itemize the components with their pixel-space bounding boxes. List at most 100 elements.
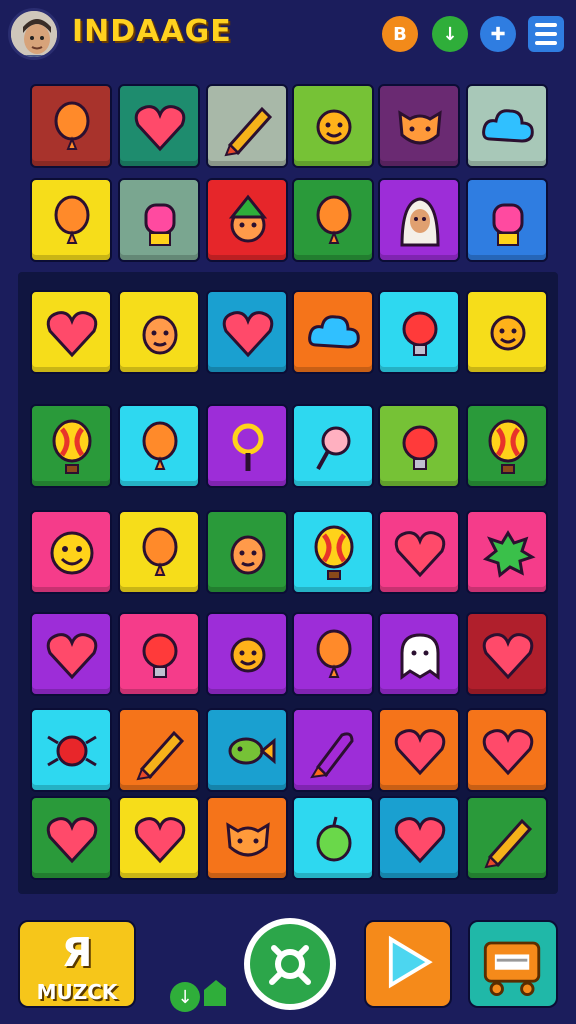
tile-r5-c4[interactable] — [292, 510, 374, 594]
search-icon — [269, 945, 311, 985]
rocket-icon — [310, 732, 354, 779]
pencil-icon — [484, 818, 533, 869]
tile-r5-c3[interactable] — [206, 510, 288, 594]
tile-r3-c2[interactable] — [118, 290, 200, 374]
tile-r6-c2[interactable] — [118, 612, 200, 696]
tile-r1-c1[interactable] — [30, 84, 112, 168]
sun-face-icon — [230, 637, 266, 673]
tile-r8-c4[interactable] — [292, 796, 374, 880]
tile-r3-c3[interactable] — [206, 290, 288, 374]
tile-r6-c4[interactable] — [292, 612, 374, 696]
menu-icon-line — [535, 32, 557, 36]
tile-r2-c1[interactable] — [30, 178, 112, 262]
tile-r6-c6[interactable] — [466, 612, 548, 696]
download-button[interactable]: ↓ — [432, 16, 468, 52]
tile-r5-c5[interactable] — [378, 510, 460, 594]
tile-r7-c4[interactable] — [292, 708, 374, 792]
tile-r7-c3[interactable] — [206, 708, 288, 792]
puzzle-icon: ✚ — [490, 23, 506, 45]
tile-r6-c1[interactable] — [30, 612, 112, 696]
tile-r3-c6[interactable] — [466, 290, 548, 374]
search-button[interactable] — [244, 918, 336, 1010]
tile-r1-c3[interactable] — [206, 84, 288, 168]
tile-r4-c4[interactable] — [292, 404, 374, 488]
apple-icon — [316, 816, 352, 862]
top-bar: INDAAGE B ↓ ✚ — [0, 0, 576, 72]
heart-icon — [46, 311, 98, 358]
puzzle-button[interactable]: ✚ — [480, 16, 516, 52]
tile-r2-c3[interactable] — [206, 178, 288, 262]
heart-icon — [46, 633, 98, 680]
heart-icon — [394, 817, 446, 864]
heart-icon — [482, 633, 534, 680]
tile-r4-c3[interactable] — [206, 404, 288, 488]
balloon-icon — [316, 195, 352, 244]
balloon-icon — [316, 629, 352, 678]
tile-r6-c5[interactable] — [378, 612, 460, 696]
bulb-icon — [402, 311, 438, 356]
tile-r8-c2[interactable] — [118, 796, 200, 880]
tile-r5-c2[interactable] — [118, 510, 200, 594]
tile-r4-c6[interactable] — [466, 404, 548, 488]
fish-icon — [228, 737, 276, 765]
lantern-icon — [492, 203, 524, 246]
balloon-icon — [54, 195, 90, 244]
tile-r8-c1[interactable] — [30, 796, 112, 880]
pencil-icon — [224, 106, 273, 157]
mini-download-icon[interactable]: ↓ — [170, 982, 200, 1012]
heart-icon — [482, 729, 534, 776]
music-label: MUZCK — [36, 980, 118, 1004]
heart-icon — [46, 817, 98, 864]
tile-r7-c6[interactable] — [466, 708, 548, 792]
tile-r3-c1[interactable] — [30, 290, 112, 374]
tile-r3-c4[interactable] — [292, 290, 374, 374]
hot-air-balloon-icon — [488, 419, 528, 474]
tile-r7-c2[interactable] — [118, 708, 200, 792]
ghost-icon — [400, 633, 440, 680]
tile-r1-c5[interactable] — [378, 84, 460, 168]
menu-icon-line — [535, 23, 557, 27]
hot-air-balloon-icon — [52, 419, 92, 474]
coin-button[interactable]: B — [382, 16, 418, 52]
balloon-icon — [54, 101, 90, 150]
sun-face-icon — [490, 315, 526, 351]
music-button[interactable]: Я MUZCK — [18, 920, 136, 1008]
smiley-icon — [50, 531, 94, 575]
play-button[interactable] — [364, 920, 452, 1008]
tile-r8-c3[interactable] — [206, 796, 288, 880]
tile-r7-c5[interactable] — [378, 708, 460, 792]
avatar-face-icon — [11, 11, 57, 57]
download-icon: ↓ — [442, 23, 458, 45]
menu-icon-line — [535, 41, 557, 45]
tile-r6-c3[interactable] — [206, 612, 288, 696]
tile-r1-c6[interactable] — [466, 84, 548, 168]
bulb-icon — [142, 633, 178, 678]
cloud-icon — [308, 315, 360, 349]
balloon-icon — [142, 421, 178, 470]
heart-icon — [134, 105, 186, 152]
face-icon — [142, 315, 178, 355]
tile-r4-c5[interactable] — [378, 404, 460, 488]
tile-r8-c6[interactable] — [466, 796, 548, 880]
tile-r5-c6[interactable] — [466, 510, 548, 594]
tile-r1-c2[interactable] — [118, 84, 200, 168]
tile-r2-c2[interactable] — [118, 178, 200, 262]
cart-icon — [483, 941, 541, 996]
tile-r8-c5[interactable] — [378, 796, 460, 880]
tile-r2-c5[interactable] — [378, 178, 460, 262]
tile-r1-c4[interactable] — [292, 84, 374, 168]
tile-r4-c2[interactable] — [118, 404, 200, 488]
tile-r2-c4[interactable] — [292, 178, 374, 262]
balloon-icon — [142, 527, 178, 576]
leaf-icon — [200, 976, 230, 1010]
player-avatar[interactable] — [8, 8, 60, 60]
shop-button[interactable] — [468, 920, 558, 1008]
tile-r4-c1[interactable] — [30, 404, 112, 488]
tile-r7-c1[interactable] — [30, 708, 112, 792]
menu-button[interactable] — [528, 16, 564, 52]
tile-r2-c6[interactable] — [466, 178, 548, 262]
tile-r5-c1[interactable] — [30, 510, 112, 594]
game-title: INDAAGE — [72, 14, 232, 49]
elf-face-icon — [228, 194, 268, 243]
tile-r3-c5[interactable] — [378, 290, 460, 374]
